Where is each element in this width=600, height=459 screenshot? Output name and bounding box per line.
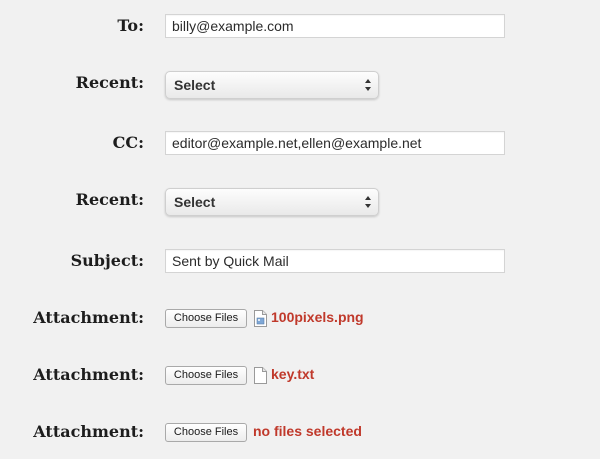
subject-input[interactable]: Sent by Quick Mail	[165, 249, 505, 273]
choose-files-button-3[interactable]: Choose Files	[165, 423, 247, 442]
subject-label: Subject:	[70, 251, 144, 270]
choose-files-button-1[interactable]: Choose Files	[165, 309, 247, 328]
attachment-filename-1: 100pixels.png	[271, 309, 364, 325]
attachment-filename-2: key.txt	[271, 366, 315, 382]
attachment-label-2: Attachment:	[33, 365, 144, 384]
text-file-icon	[254, 367, 267, 384]
cc-label: CC:	[112, 133, 144, 152]
select-arrows-icon	[365, 196, 371, 208]
attachment-filename-3: no files selected	[253, 423, 362, 439]
choose-files-button-2[interactable]: Choose Files	[165, 366, 247, 385]
recent-to-select-value: Select	[174, 77, 216, 93]
recent-cc-label: Recent:	[75, 190, 144, 209]
recent-cc-select-value: Select	[174, 194, 216, 210]
attachment-label-1: Attachment:	[33, 308, 144, 327]
to-input[interactable]: billy@example.com	[165, 14, 505, 38]
cc-input[interactable]: editor@example.net,ellen@example.net	[165, 131, 505, 155]
recent-cc-select[interactable]: Select	[165, 188, 379, 216]
select-arrows-icon	[365, 79, 371, 91]
to-label: To:	[117, 16, 144, 35]
recent-to-select[interactable]: Select	[165, 71, 379, 99]
recent-to-label: Recent:	[75, 73, 144, 92]
image-file-icon	[254, 310, 267, 327]
attachment-label-3: Attachment:	[33, 422, 144, 441]
